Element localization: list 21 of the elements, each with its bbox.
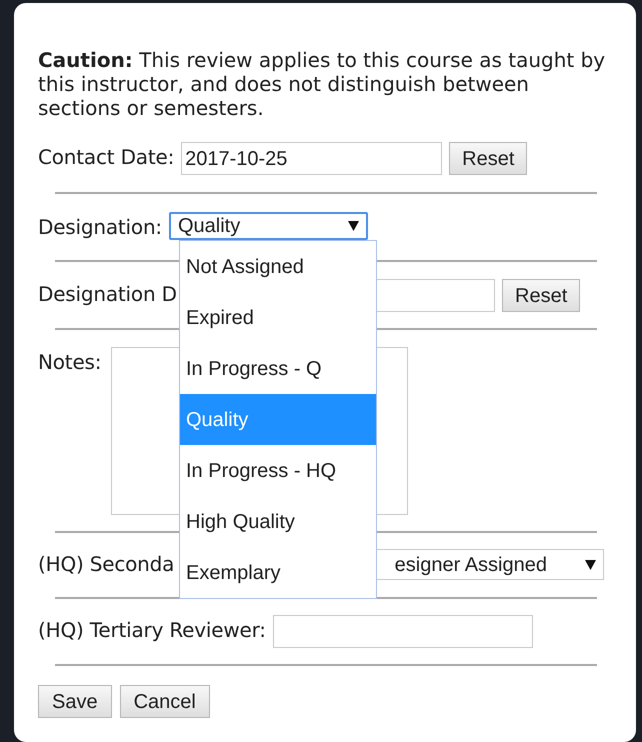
field-label: Designation: xyxy=(38,214,162,241)
caution-text: Caution: This review applies to this course as taught by this instructor, and does not distinguish between sections or semesters. xyxy=(38,48,606,120)
reset-button[interactable]: Reset xyxy=(502,279,580,312)
text-field[interactable] xyxy=(272,615,533,648)
dialog-button[interactable]: Cancel xyxy=(120,685,210,718)
dropdown-option[interactable]: In Progress - Q xyxy=(180,343,376,394)
dropdown-option[interactable]: In Progress - HQ xyxy=(180,445,376,496)
dropdown-option[interactable]: Expired xyxy=(180,292,376,343)
caret-icon xyxy=(348,221,359,231)
caret-icon xyxy=(585,560,596,570)
dropdown-select[interactable]: Quality xyxy=(168,212,368,240)
field-label: (HQ) Tertiary Reviewer: xyxy=(38,617,266,644)
text-field[interactable]: 2017-10-25 xyxy=(181,142,442,175)
field-label: Notes: xyxy=(38,349,102,376)
dialog-button[interactable]: Save xyxy=(38,685,112,718)
field-label: Designation D xyxy=(38,281,178,308)
field-label: (HQ) Seconda xyxy=(38,551,176,578)
dropdown-option[interactable]: High Quality xyxy=(180,496,376,547)
field-label: Contact Date: xyxy=(38,144,174,171)
dropdown-option[interactable]: Not Assigned xyxy=(180,241,376,292)
reset-button[interactable]: Reset xyxy=(449,142,528,175)
